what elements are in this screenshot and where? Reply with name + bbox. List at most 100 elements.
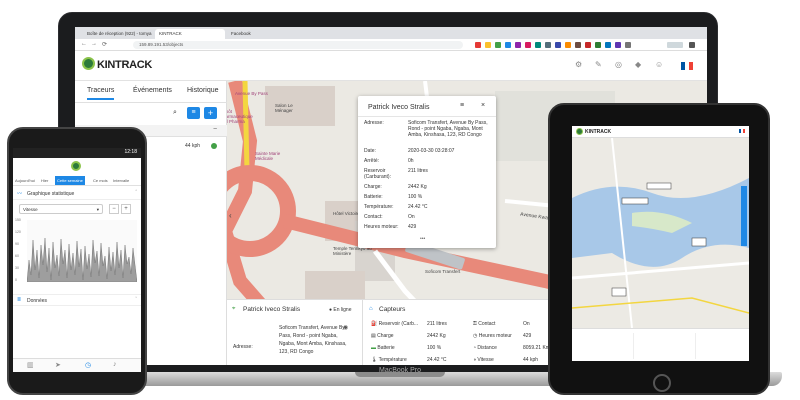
phone-screen: 12:18 Aujourd'hui Hier Cette semaine Ce … (13, 148, 141, 372)
table-icon: ≣ (17, 297, 22, 303)
tab-traceurs[interactable]: Traceurs (87, 87, 115, 100)
user-icon[interactable]: ☺ (655, 60, 663, 69)
tablet-bottom-panel (572, 328, 749, 361)
tablet-home-button[interactable] (653, 374, 671, 392)
zoom-in-button[interactable]: + (121, 204, 131, 214)
more-button[interactable]: ••• (420, 236, 425, 242)
close-icon[interactable]: × (481, 102, 485, 109)
battery-icon: ▬ (371, 345, 376, 351)
vehicle-popup: Patrick Iveco Stralis ≡ × Adresse: Sofico… (358, 96, 496, 248)
extension-icon[interactable] (555, 42, 561, 48)
location-icon[interactable]: ◎ (615, 60, 622, 69)
extension-icon[interactable] (585, 42, 591, 48)
reload-icon[interactable]: ⟳ (102, 41, 107, 48)
browser-tab[interactable]: Facebook (227, 29, 297, 39)
phone-header (13, 158, 141, 176)
french-flag-icon[interactable] (739, 129, 745, 133)
status-badge: ● En ligne (329, 307, 352, 313)
metric-select[interactable]: Vitesse ▾ (19, 204, 103, 214)
eye-icon[interactable]: ◉ (343, 324, 348, 331)
profile-button[interactable] (667, 42, 683, 48)
chart-icon: 〰 (17, 191, 23, 197)
tab-this-week[interactable]: Cette semaine (55, 176, 85, 185)
map-label: Sainte Marie Médicale (255, 151, 281, 161)
list-view-button[interactable]: ≡ (187, 107, 200, 119)
url-bar[interactable]: 159.89.191.53/objects (133, 41, 463, 49)
extension-icon[interactable] (505, 42, 511, 48)
tab-today[interactable]: Aujourd'hui (15, 178, 35, 183)
map-icon[interactable]: ▥ (27, 361, 34, 369)
extension-icon[interactable] (495, 42, 501, 48)
address-label: Adresse: (233, 344, 253, 350)
extension-icon[interactable] (535, 42, 541, 48)
extension-icon[interactable] (525, 42, 531, 48)
app-header: KINTRACK ⚙ ✎ ◎ ◆ ☺ (75, 51, 707, 81)
settings-icon[interactable]: ⚙ (575, 60, 582, 69)
y-tick: 60 (15, 254, 19, 258)
map-label: Salon Le Ménager (275, 103, 293, 113)
search-icon[interactable]: ⌕ (173, 109, 177, 117)
sensors-title: Capteurs (379, 306, 406, 313)
tab-this-month[interactable]: Ce mois (93, 178, 108, 183)
extension-icon[interactable] (475, 42, 481, 48)
tablet-side-toolbar[interactable] (741, 186, 747, 246)
extension-icon[interactable] (565, 42, 571, 48)
alerts-icon[interactable]: ◆ (635, 60, 641, 69)
extension-icon[interactable] (575, 42, 581, 48)
sensor-item: 🌡 Température 24.42 °C (371, 357, 447, 363)
sensor-item: ◔ Distance 8059.21 Km (473, 345, 550, 351)
zoom-out-button[interactable]: − (109, 204, 119, 214)
app-logo-icon (576, 128, 583, 135)
app-logo: KINTRACK (97, 59, 153, 71)
speed-chart-plot (27, 220, 137, 282)
extension-icon[interactable] (605, 42, 611, 48)
weight-icon: ▤ (371, 333, 376, 339)
speedometer-icon: ◑ (473, 357, 477, 363)
section-title: Graphique statistique (27, 191, 75, 197)
chevron-down-icon[interactable]: ˇ (135, 297, 137, 303)
extension-icon[interactable] (545, 42, 551, 48)
extension-icon[interactable] (515, 42, 521, 48)
extension-icon[interactable] (625, 42, 631, 48)
back-icon[interactable]: ← (81, 41, 87, 47)
add-button[interactable]: + (204, 107, 217, 119)
sensor-item: ▬ Batterie 100 % (371, 345, 442, 351)
collapse-icon[interactable]: − (213, 126, 217, 133)
extension-icon[interactable] (485, 42, 491, 48)
location-pin-icon (82, 57, 95, 70)
extension-icon[interactable] (615, 42, 621, 48)
fuel-icon: ⛽ (371, 321, 378, 327)
y-tick: 0 (15, 278, 17, 282)
sensor-item: ⛽ Reservoir (Carb... 211 litres (371, 321, 447, 327)
tab-yesterday[interactable]: Hier (41, 178, 48, 183)
phone-bottom-nav: ▥ ➤ ◷ ♪ (13, 358, 141, 372)
address-value: Soficom Transfert, Avenue By Pass, Rond … (279, 325, 347, 355)
distance-icon: ◔ (473, 345, 477, 351)
tools-icon[interactable]: ✎ (595, 60, 602, 69)
chevron-up-icon[interactable]: ˆ (135, 190, 137, 196)
french-flag-icon[interactable] (681, 62, 693, 70)
tablet-logo: KINTRACK (585, 129, 612, 135)
speed-value: 44 kph (185, 143, 201, 149)
forward-icon[interactable]: → (91, 41, 97, 47)
notifications-icon[interactable]: ♪ (113, 361, 117, 368)
sensor-item: ▤ Charge 2442 Kg (371, 333, 446, 339)
browser-tab[interactable]: Boîte de réception (922) - tomya (83, 29, 153, 39)
extension-icon[interactable] (595, 42, 601, 48)
popup-title: Patrick Iveco Stralis (368, 104, 430, 111)
tab-historique[interactable]: Historique (187, 87, 219, 94)
list-icon[interactable]: ≡ (460, 102, 464, 109)
tab-evenements[interactable]: Événements (133, 87, 172, 94)
collapse-panel-icon[interactable]: ‹ (229, 211, 232, 220)
history-icon[interactable]: ◷ (85, 361, 91, 369)
stats-section-header[interactable]: 〰 Graphique statistique ˆ (13, 188, 141, 200)
vehicle-info-card: ⌖ Patrick Iveco Stralis ● En ligne Adres… (227, 300, 363, 365)
sensors-icon: ⌂ (369, 306, 373, 312)
data-section-header[interactable]: ≣ Données ˇ (13, 294, 141, 306)
navigate-icon[interactable]: ➤ (55, 361, 61, 369)
menu-icon[interactable] (689, 42, 695, 48)
tablet-map[interactable] (572, 138, 749, 328)
tab-interval[interactable]: Intervalle (113, 178, 129, 183)
y-tick: 150 (15, 218, 21, 222)
browser-tab-active[interactable]: KINTRACK (155, 29, 225, 39)
